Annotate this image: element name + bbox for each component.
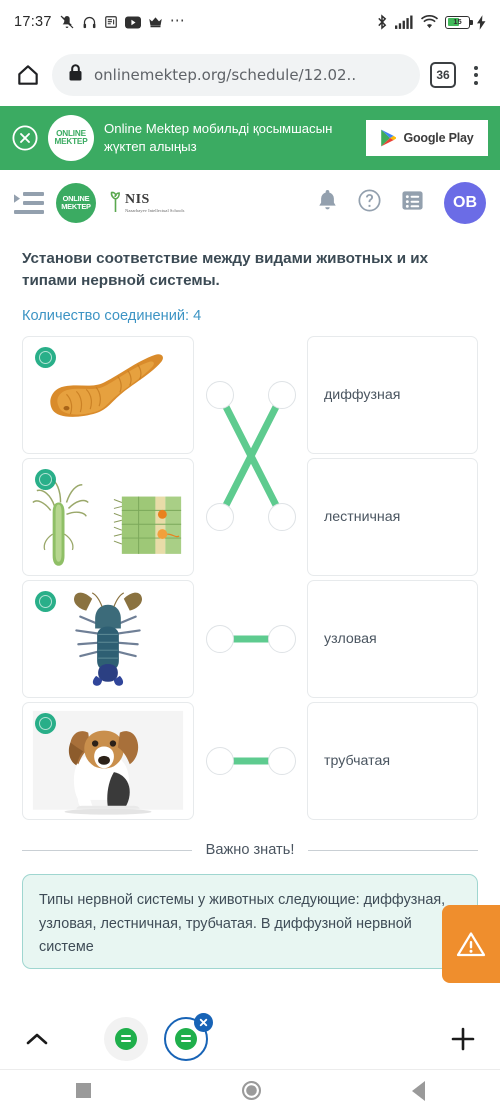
connector-column [194, 580, 307, 698]
connections-count: Количество соединений: 4 [22, 308, 202, 325]
answer-label: лестничная [324, 509, 401, 526]
lock-icon [68, 64, 83, 86]
answer-card[interactable]: лестничная [307, 458, 478, 577]
plus-icon[interactable] [448, 1024, 478, 1054]
address-bar[interactable]: onlinemektep.org/schedule/12.02.. [52, 54, 420, 96]
nis-name: NIS [125, 192, 150, 208]
avatar[interactable]: ОВ [444, 181, 486, 224]
list-item[interactable] [22, 702, 194, 821]
google-play-label: Google Play [403, 131, 474, 145]
answer-label: узловая [324, 631, 377, 648]
wifi-icon [421, 15, 438, 29]
connector-node-left[interactable] [206, 503, 234, 532]
google-play-icon [381, 129, 397, 147]
connector-node-left[interactable] [206, 747, 234, 776]
connector-node-right[interactable] [268, 381, 296, 410]
onlinemektep-logo: ONLINE MEKTEP [48, 115, 94, 161]
home-icon[interactable] [14, 61, 42, 89]
browser-bottom-bar [0, 1007, 500, 1069]
recents-button[interactable] [75, 1083, 91, 1098]
header-actions: ОВ [317, 181, 486, 224]
answer-card[interactable]: диффузная [307, 336, 478, 455]
browser-toolbar: onlinemektep.org/schedule/12.02.. 36 [0, 44, 500, 106]
tab-strip [104, 1012, 213, 1061]
google-play-button[interactable]: Google Play [366, 120, 488, 156]
site-logo[interactable]: ONLINE MEKTEP [56, 182, 96, 223]
answer-card[interactable]: трубчатая [307, 702, 478, 821]
promo-text: Online Mektep мобильді қосымшасын жүктеп… [104, 121, 333, 154]
important-heading: Важно знать! [205, 842, 295, 859]
connector-column [194, 458, 307, 576]
tab-thumbnail-active[interactable] [164, 1012, 213, 1061]
answer-label: диффузная [324, 387, 401, 404]
avatar-initials: ОВ [453, 193, 477, 211]
promo-logo-line2: MEKTEP [54, 137, 88, 146]
menu-icon[interactable] [14, 191, 44, 215]
match-row: диффузная [22, 336, 478, 455]
list-icon[interactable] [401, 189, 424, 217]
nis-logo: NIS Nazarbayev Intellectual Schools [108, 190, 184, 215]
list-item[interactable] [22, 336, 194, 455]
answer-label: трубчатая [324, 753, 391, 770]
chevron-up-icon[interactable] [22, 1032, 52, 1046]
cellular-signal-icon [395, 15, 414, 29]
warning-triangle-icon [456, 932, 486, 957]
close-icon[interactable] [12, 125, 38, 151]
home-button[interactable] [241, 1081, 261, 1100]
help-icon[interactable] [358, 188, 381, 217]
nis-subtitle: Nazarbayev Intellectual Schools [125, 208, 185, 214]
list-item[interactable] [22, 458, 194, 577]
tab-count-button[interactable]: 36 [430, 62, 456, 88]
connector-node-right[interactable] [268, 747, 296, 776]
overflow-dots-icon: ⋯ [169, 11, 186, 29]
bell-icon[interactable] [317, 189, 338, 217]
divider [308, 849, 479, 851]
news-icon [104, 15, 118, 29]
match-row: трубчатая [22, 702, 478, 821]
tab-thumbnail[interactable] [104, 1016, 148, 1061]
app-promo-banner: ONLINE MEKTEP Online Mektep мобильді қос… [0, 106, 500, 170]
info-box: Типы нервной системы у животных следующи… [22, 874, 478, 970]
match-row: узловая [22, 580, 478, 699]
headphones-icon [82, 15, 97, 30]
browser-menu-icon[interactable] [466, 65, 486, 85]
connector-column [194, 336, 307, 454]
list-item[interactable] [22, 580, 194, 699]
site-header: ONLINE MEKTEP NIS Nazarbayev Intellectua… [0, 170, 500, 236]
match-row: лестничная [22, 458, 478, 577]
connector-column [194, 702, 307, 820]
important-heading-row: Важно знать! [22, 842, 479, 859]
android-status-bar: 17:37 ⋯ 15 [0, 0, 500, 44]
connector-node-left[interactable] [206, 381, 234, 410]
connector-node-right[interactable] [268, 625, 296, 654]
charging-bolt-icon [477, 14, 486, 30]
youtube-icon [124, 16, 141, 29]
battery-level: 15 [453, 17, 462, 26]
url-text: onlinemektep.org/schedule/12.02.. [94, 66, 357, 84]
onlinemektep-favicon [175, 1027, 197, 1050]
status-time: 17:37 [14, 14, 52, 30]
phone-screen: 17:37 ⋯ 15 onlinemektep.org/schedule/12.… [0, 0, 500, 1111]
page-content: Установи соответствие между видами живот… [0, 236, 500, 970]
info-text: Типы нервной системы у животных следующи… [39, 892, 446, 956]
close-icon[interactable] [194, 1012, 213, 1032]
connector-node-left[interactable] [206, 625, 234, 654]
site-logo-line2: MEKTEP [61, 201, 91, 211]
back-button[interactable] [411, 1080, 425, 1101]
bluetooth-icon [376, 14, 388, 30]
answer-card[interactable]: узловая [307, 580, 478, 699]
matching-exercise: диффузная лестничная узловая трубчатая [22, 336, 478, 821]
nis-tree-icon [110, 192, 120, 213]
status-bar-right: 15 [376, 14, 486, 30]
report-problem-button[interactable] [442, 905, 500, 983]
connector-node-right[interactable] [268, 503, 296, 532]
battery-indicator: 15 [445, 15, 473, 29]
status-bar-left: 17:37 ⋯ [14, 11, 186, 34]
onlinemektep-favicon [115, 1027, 137, 1050]
divider [22, 849, 192, 851]
page-title: Установи соответствие между видами живот… [22, 250, 429, 290]
mute-icon [59, 14, 75, 30]
crown-icon [148, 16, 163, 28]
android-nav-bar [0, 1069, 500, 1111]
